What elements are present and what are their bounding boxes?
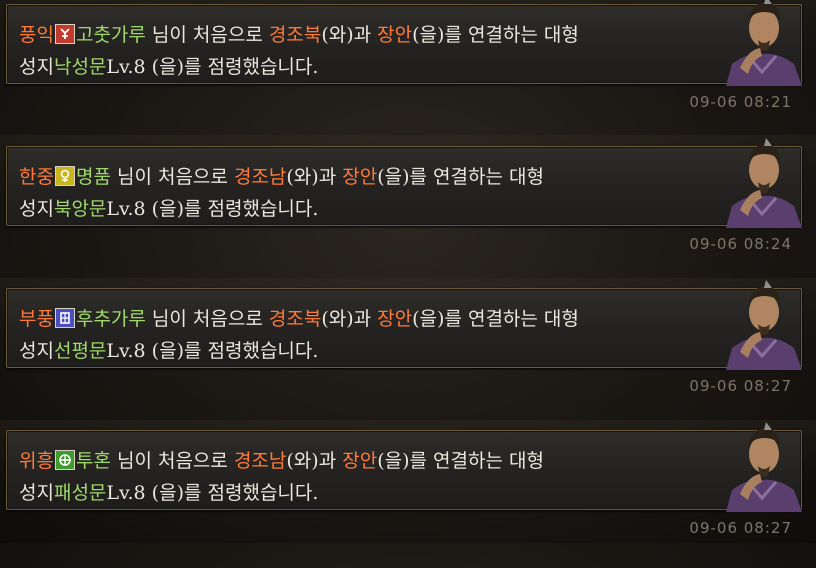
faction-name: 풍익 (19, 24, 54, 46)
advisor-portrait-icon (726, 138, 802, 228)
advisor-portrait-icon (726, 0, 802, 86)
city-from: 경조북 (268, 24, 322, 46)
message-card[interactable]: 한중 명품 님이 처음으로 경조남(와)과 장안(을)를 연결하는 대형 성지북앙… (6, 146, 802, 226)
advisor-portrait-icon (726, 280, 802, 370)
red-faction-icon (54, 24, 75, 44)
message-card[interactable]: 풍익 고춧가루 님이 처음으로 경조북(와)과 장안(을)를 연결하는 대형 성지… (6, 4, 802, 84)
city-to: 장안 (377, 24, 413, 46)
faction-name: 한중 (19, 166, 54, 188)
message-item: 위흥 투혼 님이 처음으로 경조남(와)과 장안(을)를 연결하는 대형 성지패성… (0, 422, 816, 568)
message-line-1: 부풍 후추가루 님이 처음으로 경조북(와)과 장안(을)를 연결하는 대형 (19, 308, 579, 330)
message-item: 풍익 고춧가루 님이 처음으로 경조북(와)과 장안(을)를 연결하는 대형 성지… (0, 0, 816, 142)
message-line-1: 위흥 투혼 님이 처음으로 경조남(와)과 장안(을)를 연결하는 대형 (19, 450, 544, 472)
blue-faction-icon (54, 308, 75, 328)
gate-name: 북앙문 (53, 198, 107, 220)
message-card[interactable]: 위흥 투혼 님이 처음으로 경조남(와)과 장안(을)를 연결하는 대형 성지패성… (6, 430, 802, 510)
message-line-2: 성지선평문Lv.8 (을)를 점령했습니다. (19, 340, 319, 362)
message-line-2: 성지낙성문Lv.8 (을)를 점령했습니다. (19, 56, 319, 78)
city-from: 경조남 (233, 450, 287, 472)
message-line-2: 성지패성문Lv.8 (을)를 점령했습니다. (19, 482, 319, 504)
city-to: 장안 (342, 450, 378, 472)
player-name-link[interactable]: 투혼 (76, 450, 111, 472)
player-name-link[interactable]: 명품 (76, 166, 111, 188)
message-line-1: 한중 명품 님이 처음으로 경조남(와)과 장안(을)를 연결하는 대형 (19, 166, 544, 188)
faction-name: 부풍 (19, 308, 54, 330)
message-line-1: 풍익 고춧가루 님이 처음으로 경조북(와)과 장안(을)를 연결하는 대형 (19, 24, 579, 46)
message-item: 한중 명품 님이 처음으로 경조남(와)과 장안(을)를 연결하는 대형 성지북앙… (0, 138, 816, 284)
player-name-link[interactable]: 고춧가루 (76, 24, 146, 46)
gate-name: 선평문 (53, 340, 107, 362)
message-item: 부풍 후추가루 님이 처음으로 경조북(와)과 장안(을)를 연결하는 대형 성지… (0, 280, 816, 426)
message-line-2: 성지북앙문Lv.8 (을)를 점령했습니다. (19, 198, 319, 220)
city-to: 장안 (342, 166, 378, 188)
player-name-link[interactable]: 후추가루 (76, 308, 146, 330)
city-from: 경조북 (268, 308, 322, 330)
timestamp: 09-06 08:21 (689, 93, 792, 111)
gate-name: 패성문 (53, 482, 107, 504)
gate-name: 낙성문 (53, 56, 107, 78)
green-faction-icon (54, 450, 75, 470)
message-card[interactable]: 부풍 후추가루 님이 처음으로 경조북(와)과 장안(을)를 연결하는 대형 성지… (6, 288, 802, 368)
timestamp: 09-06 08:27 (689, 519, 792, 537)
timestamp: 09-06 08:24 (689, 235, 792, 253)
yellow-faction-icon (54, 166, 75, 186)
city-from: 경조남 (233, 166, 287, 188)
faction-name: 위흥 (19, 450, 54, 472)
city-to: 장안 (377, 308, 413, 330)
timestamp: 09-06 08:27 (689, 377, 792, 395)
advisor-portrait-icon (726, 422, 802, 512)
